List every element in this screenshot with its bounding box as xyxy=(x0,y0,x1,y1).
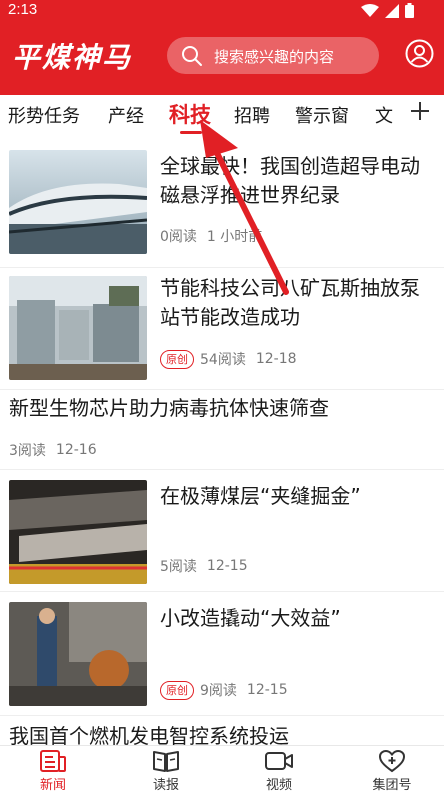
news-feed: 全球最快！我国创造超导电动磁悬浮推进世界纪录 0阅读 1 小时前 节能科技公司八… xyxy=(0,140,444,745)
category-tabs: 形势任务 产经 科技 招聘 警示窗 文 xyxy=(0,95,444,140)
article-meta: 5阅读 12-15 xyxy=(160,556,248,576)
article-title: 小改造撬动“大效益” xyxy=(160,606,341,630)
search-box[interactable]: 搜索感兴趣的内容 xyxy=(167,37,379,74)
active-tab-indicator xyxy=(180,131,202,134)
nav-newspaper[interactable]: 读报 xyxy=(136,749,196,793)
nav-video-label: 视频 xyxy=(265,778,292,793)
wifi-icon xyxy=(361,3,379,17)
publish-time: 1 小时前 xyxy=(206,229,263,245)
article-title: 节能科技公司八矿瓦斯抽放泵站节能改造成功 xyxy=(160,276,420,329)
read-count: 9阅读 xyxy=(200,683,237,699)
plus-icon[interactable] xyxy=(408,99,432,123)
nav-video[interactable]: 视频 xyxy=(249,749,309,793)
status-bar: 2:13 xyxy=(0,0,444,22)
original-badge: 原创 xyxy=(160,349,194,369)
article-title: 在极薄煤层“夹缝掘金” xyxy=(160,484,361,508)
news-icon xyxy=(40,750,66,772)
user-icon[interactable] xyxy=(405,39,434,68)
article-title: 我国首个燃机发电智控系统投运 xyxy=(9,724,289,745)
nav-group-account-label: 集团号 xyxy=(372,778,412,793)
article-thumbnail xyxy=(9,150,147,254)
article-thumbnail xyxy=(9,602,147,706)
article-title: 全球最快！我国创造超导电动磁悬浮推进世界纪录 xyxy=(160,154,420,207)
nav-news[interactable]: 新闻 xyxy=(23,749,83,793)
article-thumbnail xyxy=(9,276,147,380)
article-meta: 3阅读 12-16 xyxy=(9,440,97,460)
nav-newspaper-label: 读报 xyxy=(152,778,179,793)
bottom-nav: 新闻 读报 视频 集团号 xyxy=(0,745,444,795)
search-icon xyxy=(182,46,202,66)
publish-time: 12-15 xyxy=(246,682,288,698)
article-thumbnail xyxy=(9,480,147,584)
tab-industry[interactable]: 产经 xyxy=(108,102,144,128)
tab-situation-tasks[interactable]: 形势任务 xyxy=(8,102,80,128)
publish-time: 12-18 xyxy=(255,351,297,367)
search-placeholder: 搜索感兴趣的内容 xyxy=(214,48,335,66)
signal-icon xyxy=(385,3,399,18)
article-meta: 0阅读 1 小时前 xyxy=(160,226,262,246)
app-logo: 平煤神马 xyxy=(12,41,133,74)
article-title: 新型生物芯片助力病毒抗体快速筛查 xyxy=(9,396,329,420)
status-icons xyxy=(361,3,414,18)
publish-time: 12-16 xyxy=(55,442,97,458)
read-count: 0阅读 xyxy=(160,229,197,245)
battery-icon xyxy=(405,3,414,18)
nav-news-label: 新闻 xyxy=(39,778,66,793)
app-header-bar: 2:13 平煤神马 搜索感兴趣的内容 xyxy=(0,0,444,95)
tab-culture[interactable]: 文 xyxy=(375,102,393,128)
list-item[interactable]: 全球最快！我国创造超导电动磁悬浮推进世界纪录 0阅读 1 小时前 xyxy=(0,140,444,268)
list-item[interactable]: 我国首个燃机发电智控系统投运 xyxy=(0,716,444,745)
tab-technology[interactable]: 科技 xyxy=(169,99,211,129)
newspaper-icon xyxy=(153,751,179,772)
read-count: 5阅读 xyxy=(160,559,197,575)
read-count: 54阅读 xyxy=(200,352,246,368)
list-item[interactable]: 在极薄煤层“夹缝掘金” 5阅读 12-15 xyxy=(0,470,444,592)
tab-recruitment[interactable]: 招聘 xyxy=(234,102,270,128)
nav-group-account[interactable]: 集团号 xyxy=(362,749,422,793)
tab-warning-window[interactable]: 警示窗 xyxy=(295,102,349,128)
heart-plus-icon xyxy=(378,749,406,773)
list-item[interactable]: 节能科技公司八矿瓦斯抽放泵站节能改造成功 原创 54阅读 12-18 xyxy=(0,268,444,390)
status-time: 2:13 xyxy=(8,1,38,18)
original-badge: 原创 xyxy=(160,680,194,700)
read-count: 3阅读 xyxy=(9,443,46,459)
video-icon xyxy=(265,752,293,770)
header: 平煤神马 搜索感兴趣的内容 xyxy=(0,22,444,95)
publish-time: 12-15 xyxy=(206,558,248,574)
list-item[interactable]: 新型生物芯片助力病毒抗体快速筛查 3阅读 12-16 xyxy=(0,390,444,470)
article-meta: 原创 9阅读 12-15 xyxy=(160,680,288,700)
list-item[interactable]: 小改造撬动“大效益” 原创 9阅读 12-15 xyxy=(0,592,444,716)
article-meta: 原创 54阅读 12-18 xyxy=(160,349,297,369)
